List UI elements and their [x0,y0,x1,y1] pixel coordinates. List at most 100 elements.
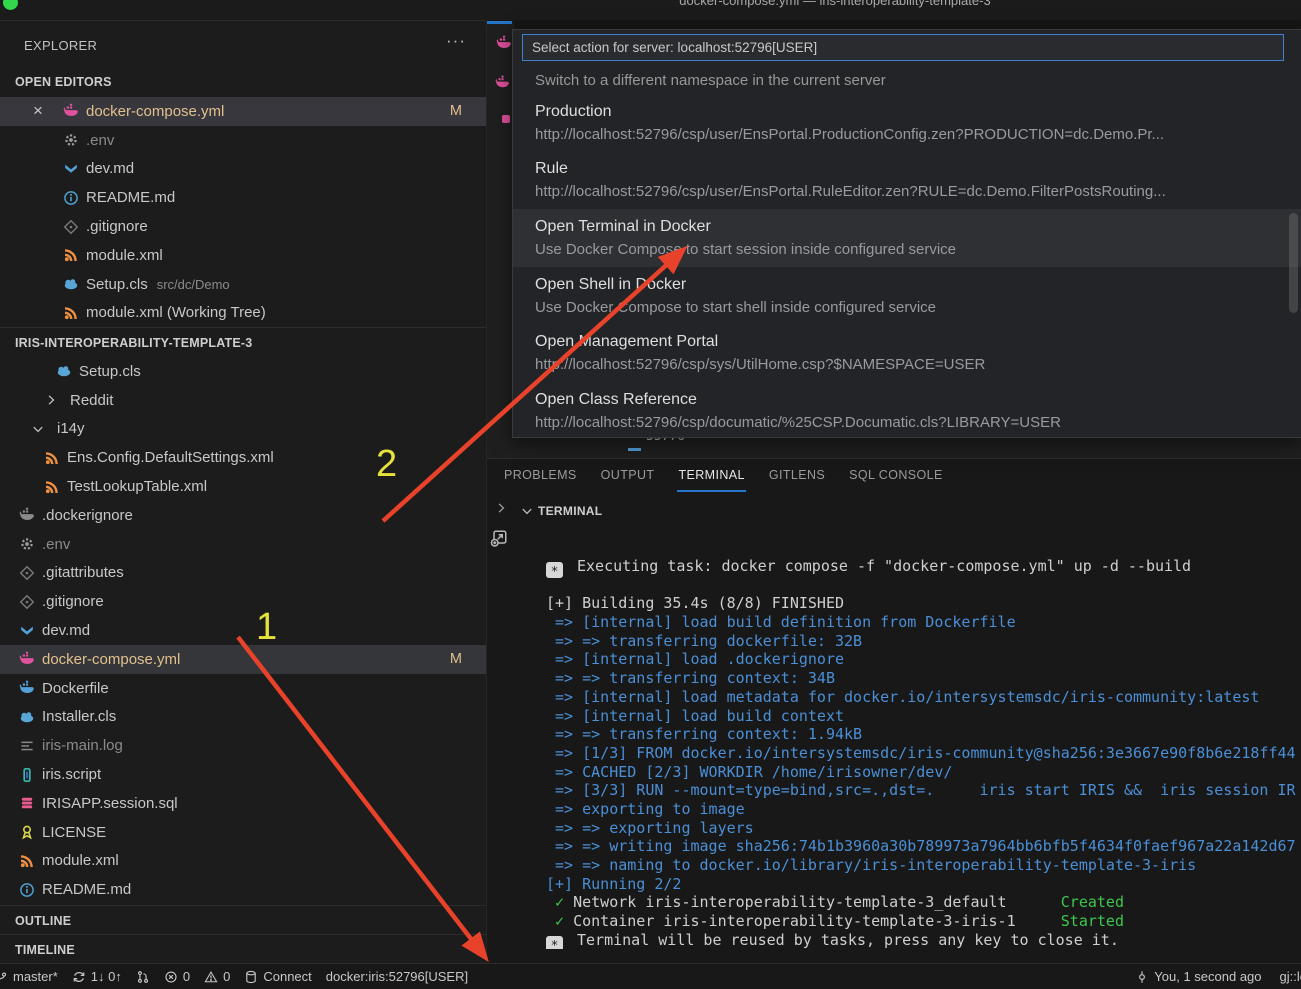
tree-item[interactable]: IRISAPP.session.sql [0,789,486,818]
error-icon [164,970,178,984]
tree-item[interactable]: docker-compose.ymlM [0,645,486,674]
tree-item[interactable]: .gitattributes [0,559,486,588]
terminal-line: => CACHED [2/3] WORKDIR /home/irisowner/… [546,763,1301,782]
tree-item[interactable]: Dockerfile [0,674,486,703]
open-editors-section-header[interactable]: OPEN EDITORS [0,67,486,96]
quickpick-clipped-item[interactable]: Switch to a different namespace in the c… [535,66,886,94]
project-section-header[interactable]: IRIS-INTEROPERABILITY-TEMPLATE-3 [0,327,486,357]
tree-item[interactable]: TestLookupTable.xml [0,472,486,501]
terminal-line: => => exporting layers [546,819,1301,838]
file-label: module.xml [86,247,163,264]
info-icon [19,882,35,898]
terminal-line: => [3/3] RUN --mount=type=bind,src=.,dst… [546,781,1301,800]
tree-item[interactable]: i14y [0,415,486,444]
quickpick-input[interactable]: Select action for server: localhost:5279… [522,34,1284,61]
panel-tab-gitlens[interactable]: GITLENS [768,460,826,492]
tree-item[interactable]: module.xml [0,847,486,876]
open-editor-item[interactable]: .env [0,126,486,155]
tree-item[interactable]: LICENSE [0,818,486,847]
terminal-line: ✓ Network iris-interoperability-template… [546,893,1301,912]
status-item-blame[interactable]: You, 1 second ago [1135,969,1261,984]
tree-item[interactable]: Installer.cls [0,703,486,732]
quickpick-item[interactable]: Open Shell in DockerUse Docker Compose t… [513,267,1301,325]
quickpick-item-label: Open Management Portal [535,333,1301,351]
quickpick-item-label: Production [535,103,1301,121]
file-label: iris.script [42,766,101,783]
database-icon [244,970,258,984]
open-editor-item[interactable]: README.md [0,183,486,212]
close-icon[interactable]: × [30,103,46,119]
terminal-text: => exporting to image [546,800,745,818]
log-icon [19,738,35,754]
tree-item[interactable]: .env [0,530,486,559]
open-editor-item[interactable]: dev.md [0,155,486,184]
timeline-section-header[interactable]: TIMELINE [0,934,486,964]
quickpick-item[interactable]: Open Class Referencehttp://localhost:527… [513,382,1301,440]
tree-item[interactable]: dev.md [0,616,486,645]
quickpick-item[interactable]: Open Management Portal http://localhost:5… [513,324,1301,382]
terminal-text: => CACHED [2/3] WORKDIR /home/irisowner/… [546,763,952,781]
status-item-branch[interactable]: master* [0,969,58,984]
tree-item[interactable]: .gitignore [0,587,486,616]
status-item-gj[interactable]: gj::lo [1280,969,1301,984]
panel-tab-problems[interactable]: PROBLEMS [503,460,578,492]
tree-item[interactable]: Ens.Config.DefaultSettings.xml [0,443,486,472]
docker-whale-icon [495,75,510,90]
tree-item[interactable]: iris.script [0,760,486,789]
terminal-text: => => transferring context: 34B [546,669,835,687]
terminal-line: => [internal] load .dockerignore [546,650,1301,669]
terminal-text: => [internal] load .dockerignore [546,650,844,668]
panel-tab-sql-console[interactable]: SQL CONSOLE [848,460,944,492]
status-item-sync[interactable]: 1↓ 0↑ [72,969,122,984]
docker-whale-icon [19,651,35,667]
file-label: IRISAPP.session.sql [42,795,178,812]
open-editor-item[interactable]: module.xml [0,241,486,270]
quickpick-item[interactable]: Open Terminal in DockerUse Docker Compos… [513,209,1301,267]
quickpick-item[interactable]: Rulehttp://localhost:52796/csp/user/EnsP… [513,152,1301,210]
open-editor-item[interactable]: .gitignore [0,212,486,241]
open-editor-item[interactable]: ×docker-compose.ymlM [0,97,486,126]
tree-item[interactable]: .dockerignore [0,501,486,530]
terminal-line: ✓ Container iris-interoperability-templa… [546,912,1301,931]
status-item-pull-request[interactable] [136,970,150,984]
status-item-errors[interactable]: 0 [164,969,190,984]
tree-item[interactable]: README.md [0,875,486,904]
status-item-connect[interactable]: Connect [244,969,311,984]
tree-item[interactable]: Setup.cls [0,357,486,386]
terminal-line [546,576,1301,595]
status-item-server[interactable]: docker:iris:52796[USER] [326,969,468,984]
terminal-text: => => transferring dockerfile: 32B [546,632,862,650]
quickpick-scrollbar[interactable] [1289,213,1298,313]
terminal-text: => [internal] load metadata for docker.i… [546,688,1259,706]
chevron-right-icon [44,393,58,407]
status-item-warnings[interactable]: 0 [204,969,230,984]
file-label: .gitignore [86,218,148,235]
terminal-text: Started [1061,912,1124,930]
terminal-text: => [internal] load build definition from… [546,613,1016,631]
panel-tab-output[interactable]: OUTPUT [600,460,656,492]
commit-icon [1135,970,1149,984]
debug-attach-icon[interactable] [489,528,509,548]
explorer-title: EXPLORER [24,38,97,53]
quickpick-item-description: http://localhost:52796/csp/sys/UtilHome.… [535,356,1301,373]
more-actions-icon[interactable]: ··· [446,31,466,51]
quickpick-item[interactable]: Production http://localhost:52796/csp/use… [513,94,1301,152]
open-editor-item[interactable]: module.xml (Working Tree) [0,299,486,328]
panel-tab-terminal[interactable]: TERMINAL [677,460,745,492]
outline-title: OUTLINE [15,914,71,928]
terminal-line: [+] Building 35.4s (8/8) FINISHED [546,594,1301,613]
terminal-text: Network iris-interoperability-template-3… [573,893,1061,911]
terminal-text: [+] Building 35.4s (8/8) FINISHED [546,594,844,612]
quickpick-item-description: http://localhost:52796/csp/user/EnsPorta… [535,126,1301,143]
xml-icon [63,247,79,263]
terminal-section-header[interactable]: TERMINAL [486,497,1301,525]
tree-item[interactable]: iris-main.log [0,731,486,760]
gear-icon [19,536,35,552]
terminal-line: => => naming to docker.io/library/iris-i… [546,856,1301,875]
tree-item[interactable]: Reddit [0,386,486,415]
terminal-line: => [internal] load build context [546,707,1301,726]
sync-icon [72,970,86,984]
outline-section-header[interactable]: OUTLINE [0,905,486,935]
status-item-label: 0 [223,969,230,984]
open-editor-item[interactable]: Setup.clssrc/dc/Demo [0,270,486,299]
